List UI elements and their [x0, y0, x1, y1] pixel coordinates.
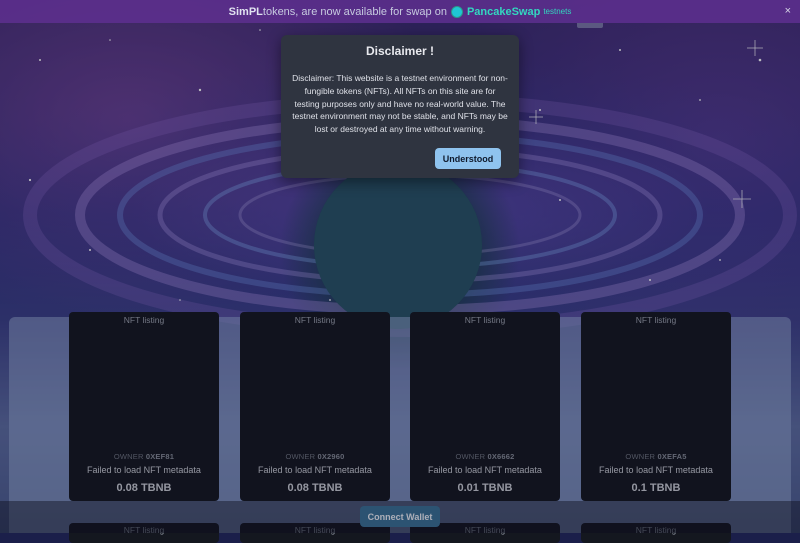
banner-text: tokens, are now available for swap on: [262, 5, 447, 18]
disclaimer-modal: Disclaimer ! Disclaimer: This website is…: [281, 35, 519, 178]
modal-body: Disclaimer: This website is a testnet en…: [292, 73, 508, 135]
modal-title: Disclaimer !: [365, 44, 435, 58]
understood-button[interactable]: Understood: [435, 148, 501, 169]
announcement-banner: SimPL tokens, are now available for swap…: [0, 0, 800, 23]
pancakeswap-logo-icon: [450, 5, 463, 18]
banner-brand: SimPL: [228, 5, 263, 18]
close-icon[interactable]: ×: [785, 5, 791, 17]
pancakeswap-link[interactable]: PancakeSwap: [467, 6, 540, 18]
banner-tag: testnets: [543, 7, 572, 16]
